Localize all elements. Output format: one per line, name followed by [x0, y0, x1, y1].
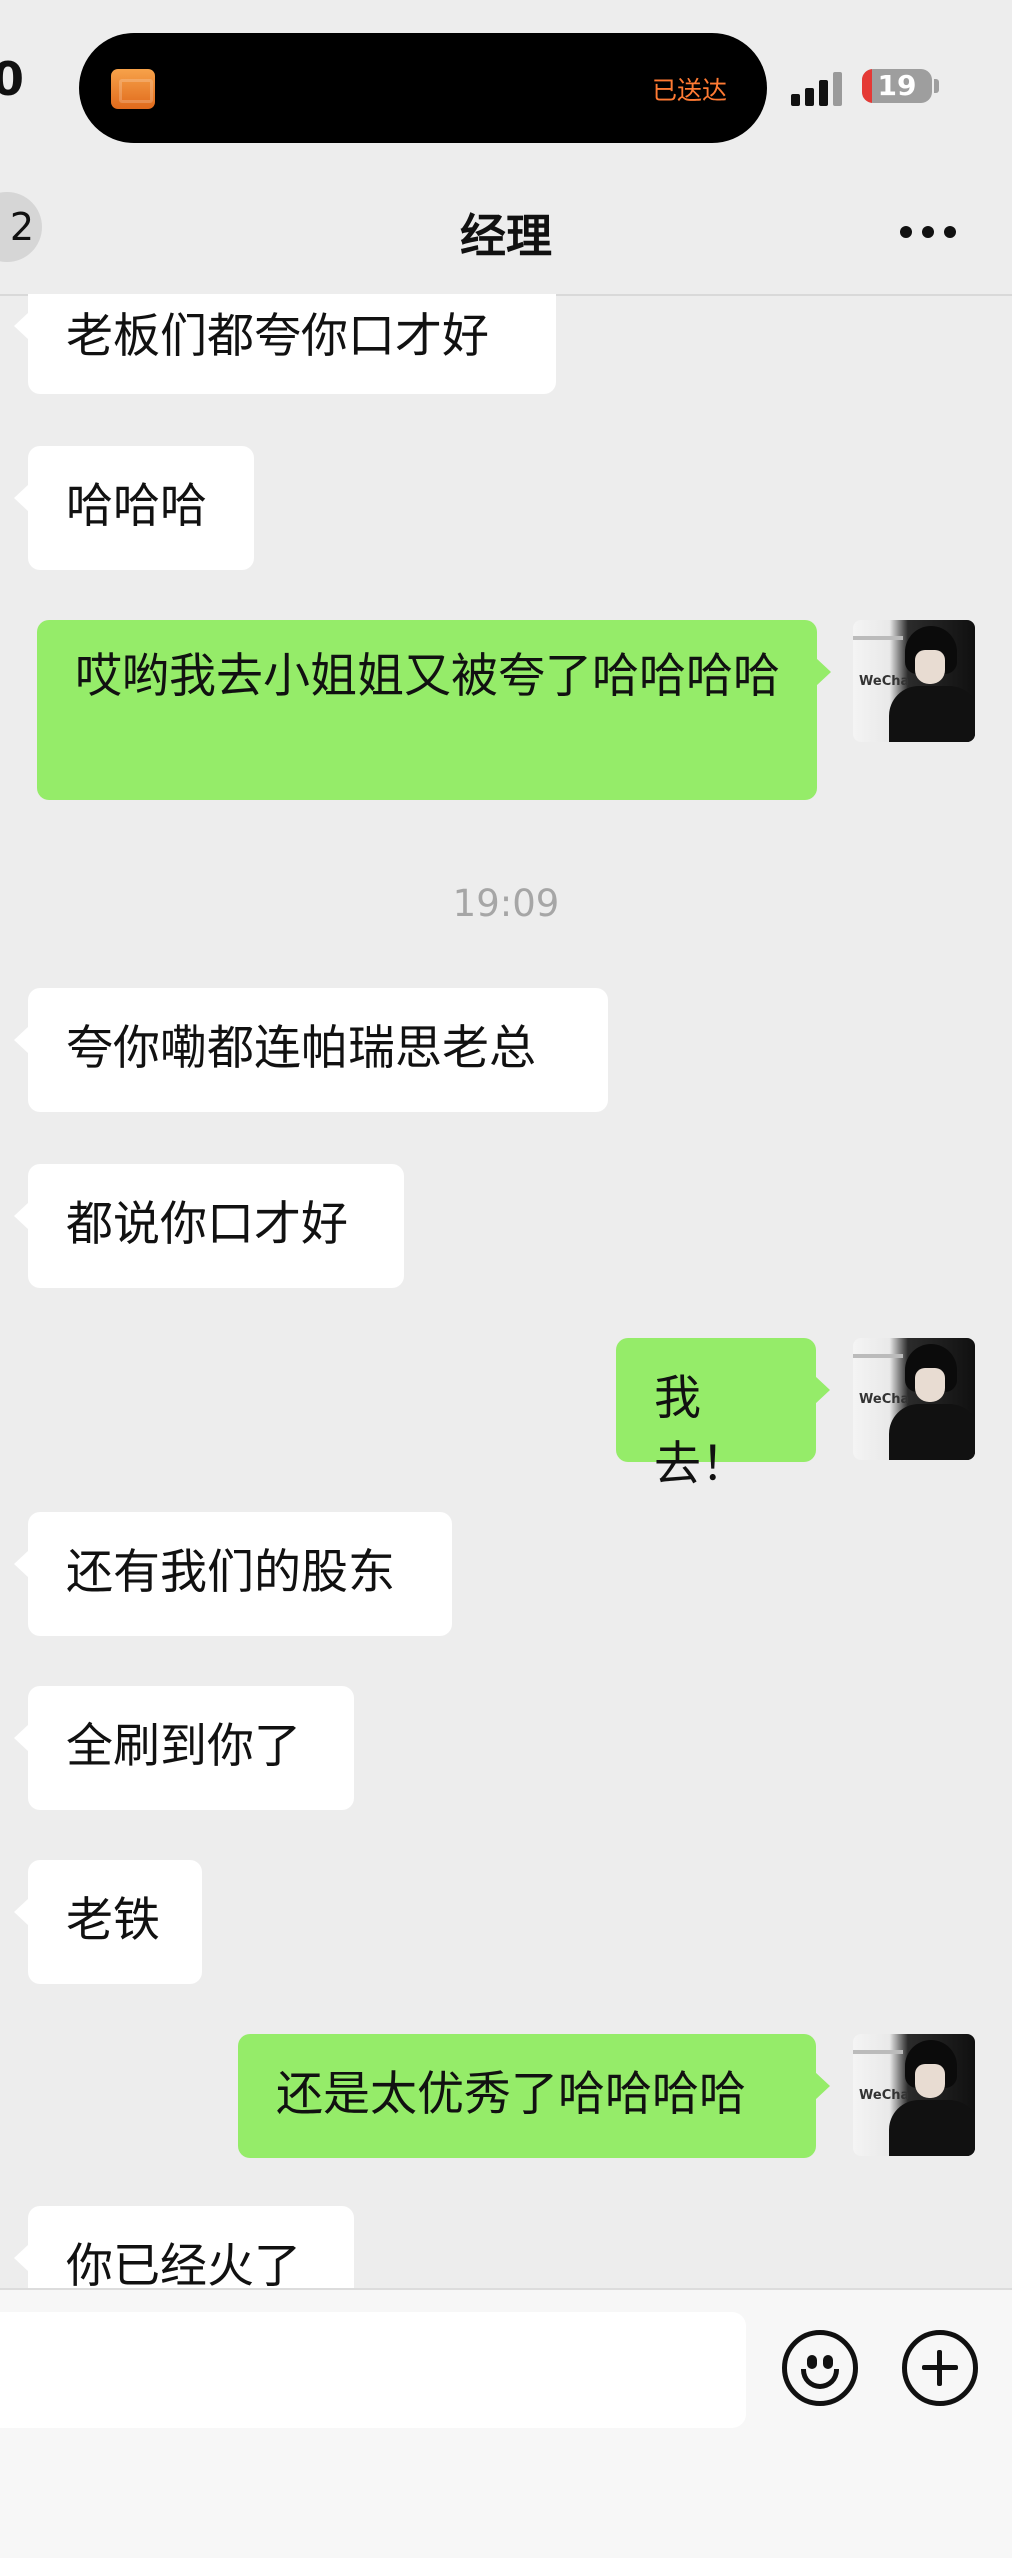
message-bubble[interactable]: 你已经火了 — [14, 2206, 354, 2288]
avatar-label: WeCha — [859, 2088, 910, 2103]
message-bubble[interactable]: 哎哟我去小姐姐又被夸了哈哈哈哈 — [37, 620, 831, 800]
message-bubble[interactable]: 夸你嘞都连帕瑞思老总 — [14, 988, 608, 1112]
message-bubble[interactable]: 全刷到你了 — [14, 1686, 354, 1810]
battery-level: 19 — [877, 69, 917, 102]
plus-icon[interactable] — [902, 2330, 978, 2406]
user-avatar[interactable]: WeCha — [853, 620, 975, 742]
message-bubble[interactable]: 老板们都夸你口才好 — [14, 294, 556, 394]
chat-header: 2 经理 — [0, 170, 1012, 296]
avatar-label: WeCha — [859, 674, 910, 689]
battery-nub — [934, 79, 939, 93]
message-bubble[interactable]: 还是太优秀了哈哈哈哈 — [238, 2034, 830, 2158]
message-input[interactable] — [0, 2312, 746, 2428]
dynamic-island[interactable]: 已送达 — [79, 33, 767, 143]
emoji-icon[interactable] — [782, 2330, 858, 2406]
message-bubble[interactable]: 都说你口才好 — [14, 1164, 404, 1288]
more-options-icon[interactable] — [898, 220, 958, 244]
chat-title: 经理 — [460, 209, 552, 263]
message-bubble[interactable]: 我去！ — [616, 1338, 830, 1492]
avatar-label: WeCha — [859, 1392, 910, 1407]
message-timestamp: 19:09 — [452, 882, 560, 925]
signal-icon — [791, 70, 847, 106]
user-avatar[interactable]: WeCha — [853, 1338, 975, 1460]
status-bar: 0 已送达 19 — [0, 0, 1012, 170]
user-avatar[interactable]: WeCha — [853, 2034, 975, 2156]
message-bubble[interactable]: 老铁 — [14, 1860, 202, 1984]
app-icon — [111, 69, 155, 109]
battery-icon: 19 — [862, 69, 932, 103]
message-bubble[interactable]: 哈哈哈 — [14, 446, 254, 570]
message-bubble[interactable]: 还有我们的股东 — [14, 1512, 452, 1636]
delivery-status: 已送达 — [651, 76, 727, 105]
status-time: 0 — [0, 52, 25, 106]
message-list[interactable]: 老板们都夸你口才好 哈哈哈 哎哟我去小姐姐又被夸了哈哈哈哈 WeCha 19:0… — [0, 294, 1012, 2288]
input-bar — [0, 2288, 1012, 2558]
